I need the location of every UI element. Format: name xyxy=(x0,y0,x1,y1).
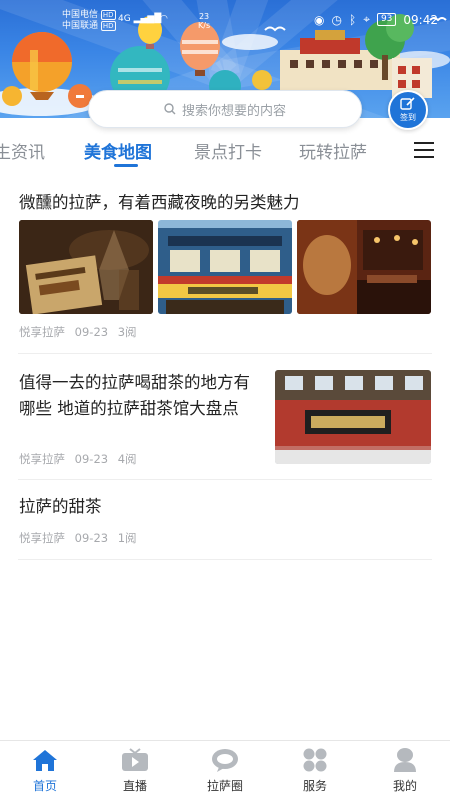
checkin-button[interactable]: 签到 xyxy=(388,90,428,130)
article-meta: 悦享拉萨 09-23 3阅 xyxy=(19,324,143,340)
network-speed: 23 K/s xyxy=(198,12,210,30)
signal-icon: 4G ▂▄▆█ xyxy=(118,14,162,24)
nav-home-label: 首页 xyxy=(32,779,57,793)
nav-live-label: 直播 xyxy=(122,779,147,793)
search-input[interactable]: 搜索你想要的内容 xyxy=(88,90,362,128)
article-source: 悦享拉萨 xyxy=(19,452,65,466)
bottom-navigation: 首页 直播 拉萨圈 服务 我的 xyxy=(0,740,450,800)
wifi-icon: ◠ xyxy=(160,14,168,24)
article-item[interactable]: 值得一去的拉萨喝甜茶的地方有哪些 地道的拉萨甜茶馆大盘点 悦享拉萨 09-23 … xyxy=(0,354,450,480)
nav-services[interactable]: 服务 xyxy=(285,747,345,794)
eye-icon: ◉ xyxy=(314,12,325,27)
status-bar: 中国电信 HD 中国联通 HD 4G ▂▄▆█ ◠ 23 K/s ◉ ◷ ᛒ ⌖… xyxy=(0,0,450,40)
article-date: 09-23 xyxy=(74,452,109,466)
nav-services-label: 服务 xyxy=(302,779,327,793)
battery-indicator: 93 xyxy=(376,13,397,26)
tab-scroll-fade xyxy=(392,134,412,168)
hd-badge-2: HD xyxy=(100,21,116,31)
category-tabs: 生资讯 美食地图 景点打卡 玩转拉萨 xyxy=(0,134,450,168)
divider xyxy=(18,559,432,560)
article-date: 09-23 xyxy=(74,531,109,545)
checkin-label: 签到 xyxy=(400,113,416,122)
article-image-1 xyxy=(19,220,153,314)
article-reads: 4阅 xyxy=(117,452,137,466)
alarm-icon: ◷ xyxy=(331,12,342,27)
nav-home[interactable]: 首页 xyxy=(15,747,75,794)
nav-live[interactable]: 直播 xyxy=(105,747,165,794)
tab-food-map[interactable]: 美食地图 xyxy=(84,138,152,163)
bluetooth-icon: ᛒ xyxy=(348,12,357,27)
article-reads: 1阅 xyxy=(117,531,137,545)
grid-icon xyxy=(301,747,329,773)
carrier-info: 中国电信 HD 中国联通 HD xyxy=(62,10,116,32)
article-title: 值得一去的拉萨喝甜茶的地方有哪些 地道的拉萨甜茶馆大盘点 xyxy=(19,373,250,418)
article-item[interactable]: 微醺的拉萨，有着西藏夜晚的另类魅力 悦享拉萨 09-23 3阅 xyxy=(0,186,450,354)
tab-menu-button[interactable] xyxy=(414,142,434,160)
tab-attractions[interactable]: 景点打卡 xyxy=(194,138,262,163)
search-icon xyxy=(164,103,176,115)
nav-lhasa-circle-label: 拉萨圈 xyxy=(206,779,243,793)
hd-badge-1: HD xyxy=(100,10,116,20)
nav-lhasa-circle[interactable]: 拉萨圈 xyxy=(195,747,255,794)
article-image-3 xyxy=(297,220,431,314)
article-title: 拉萨的甜茶 xyxy=(19,497,102,516)
carrier-1: 中国电信 xyxy=(62,10,99,20)
speed-unit: K/s xyxy=(198,21,211,30)
active-tab-indicator xyxy=(114,164,138,167)
article-source: 悦享拉萨 xyxy=(19,325,65,339)
tab-news[interactable]: 生资讯 xyxy=(0,138,45,163)
tab-lhasa-fun[interactable]: 玩转拉萨 xyxy=(299,138,367,163)
user-icon xyxy=(391,747,419,773)
article-image-2 xyxy=(158,220,292,314)
article-meta: 悦享拉萨 09-23 1阅 xyxy=(19,530,143,546)
clock: 09:42 xyxy=(403,12,438,27)
chat-bubble-icon xyxy=(211,747,239,773)
home-icon xyxy=(31,747,59,773)
article-title: 微醺的拉萨，有着西藏夜晚的另类魅力 xyxy=(19,193,300,212)
search-placeholder: 搜索你想要的内容 xyxy=(181,103,286,119)
speed-value: 23 xyxy=(198,12,210,21)
nav-mine[interactable]: 我的 xyxy=(375,747,435,794)
network-type: 4G xyxy=(118,14,131,24)
article-meta: 悦享拉萨 09-23 4阅 xyxy=(19,451,143,467)
article-date: 09-23 xyxy=(74,325,109,339)
status-right: ◉ ◷ ᛒ ⌖ 93 09:42 xyxy=(314,12,438,27)
carrier-2: 中国联通 xyxy=(62,21,99,31)
article-source: 悦享拉萨 xyxy=(19,531,65,545)
edit-icon xyxy=(400,97,415,110)
article-image xyxy=(275,370,431,464)
tv-icon xyxy=(121,747,149,773)
article-item[interactable]: 拉萨的甜茶 悦享拉萨 09-23 1阅 xyxy=(0,480,450,560)
nav-mine-label: 我的 xyxy=(392,779,417,793)
article-reads: 3阅 xyxy=(117,325,137,339)
location-icon: ⌖ xyxy=(363,12,370,26)
